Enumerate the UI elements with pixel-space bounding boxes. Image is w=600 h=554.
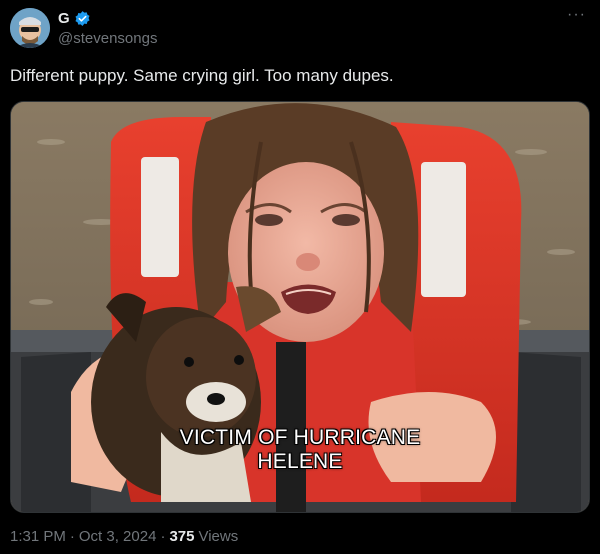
media-caption: VICTIM OF HURRICANE HELENE [11, 426, 589, 474]
media-caption-line1: VICTIM OF HURRICANE [179, 426, 421, 449]
meta-separator: · [160, 528, 166, 545]
tweet-meta: 1:31 PM · Oct 3, 2024 · 375 Views [10, 528, 238, 545]
media-caption-line2: HELENE [257, 450, 343, 473]
tweet-media-image[interactable]: VICTIM OF HURRICANE HELENE [10, 101, 590, 513]
views-count: 375 [169, 528, 195, 545]
more-options-icon[interactable]: ··· [567, 7, 586, 23]
handle[interactable]: @stevensongs [58, 30, 157, 47]
views-label: Views [198, 528, 239, 545]
tweet-time[interactable]: 1:31 PM [10, 528, 66, 545]
tweet: G @stevensongs ··· Different puppy. Same… [0, 0, 600, 554]
meta-separator: · [69, 528, 75, 545]
tweet-date[interactable]: Oct 3, 2024 [79, 528, 157, 545]
tweet-text: Different puppy. Same crying girl. Too m… [10, 66, 394, 85]
avatar[interactable] [10, 8, 50, 48]
display-name[interactable]: G [58, 10, 70, 27]
name-row: G [58, 10, 91, 27]
verified-icon [74, 10, 91, 27]
